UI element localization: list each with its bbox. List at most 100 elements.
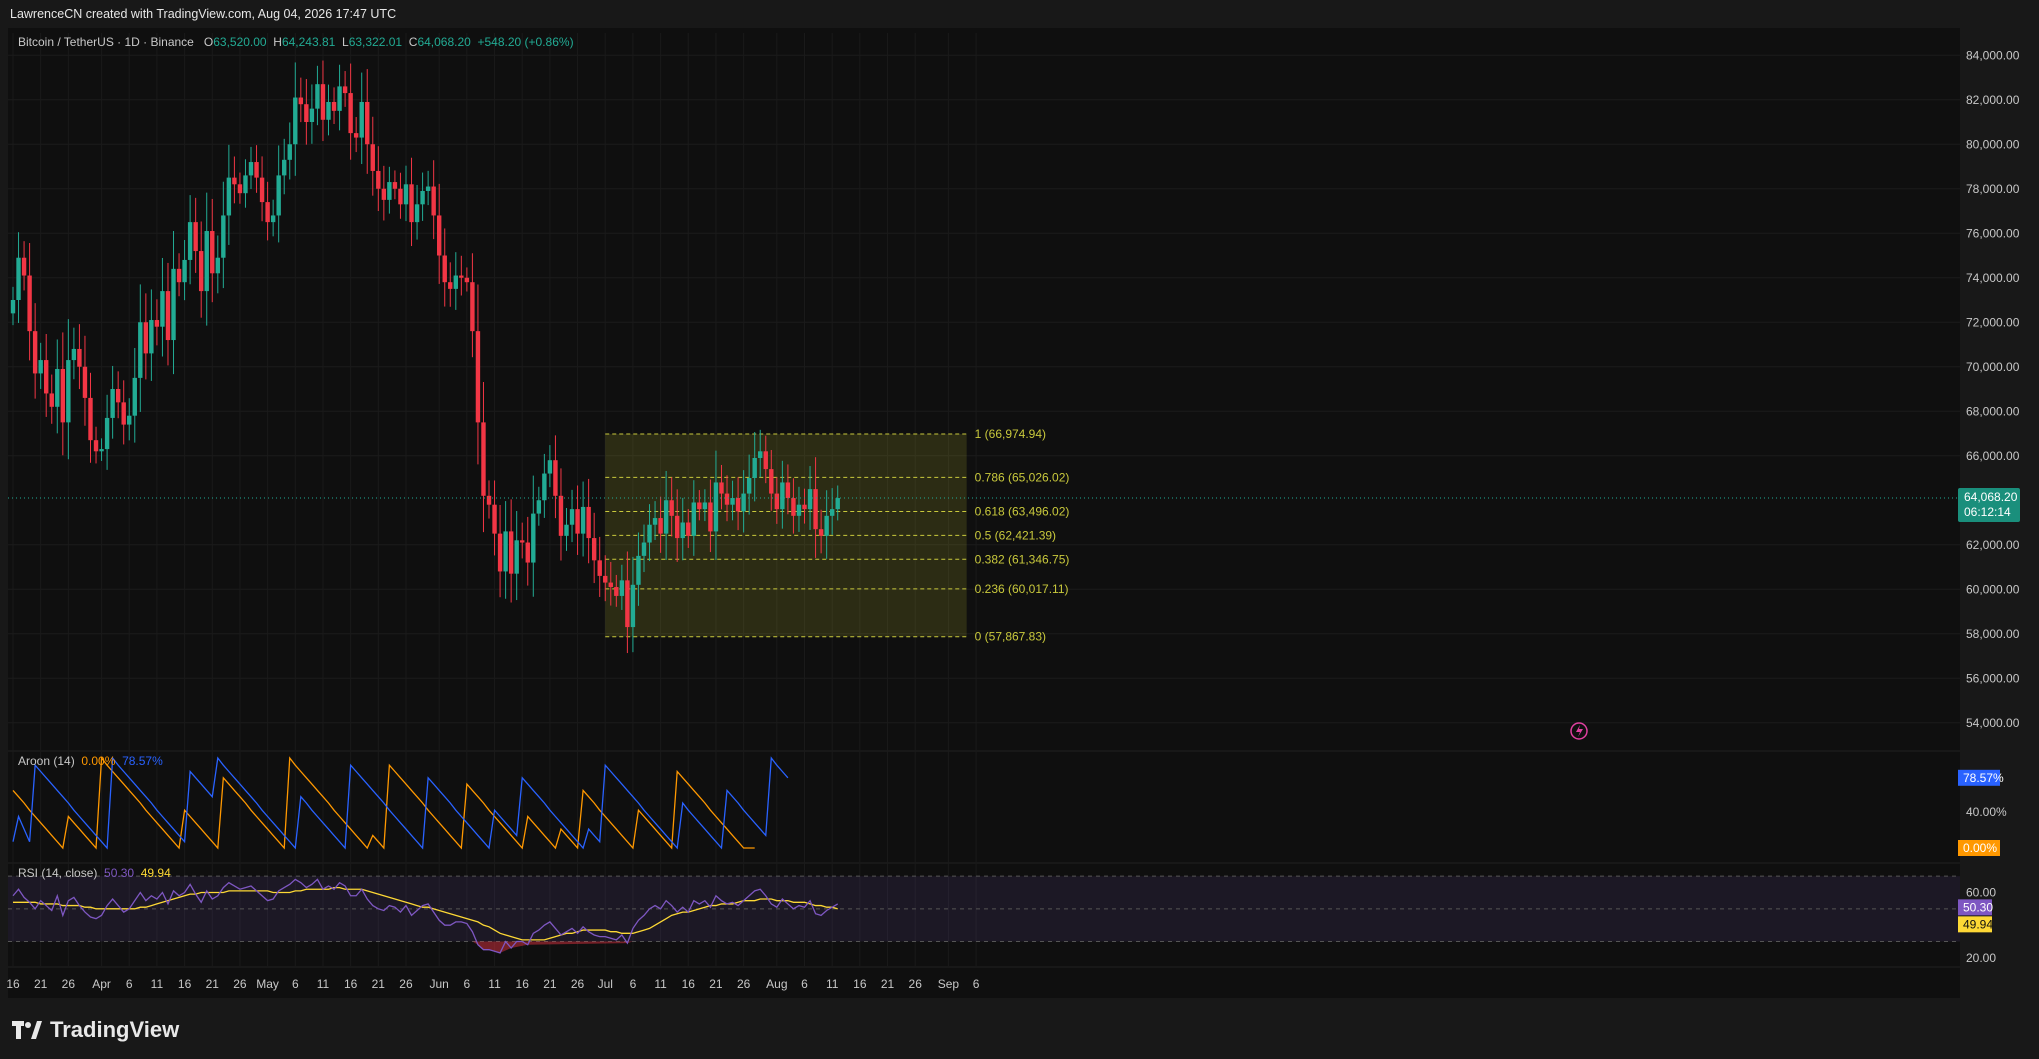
candle-body — [636, 555, 641, 585]
price-tick-label: 70,000.00 — [1966, 360, 2020, 374]
candle-body — [442, 255, 447, 283]
candle-body — [243, 175, 248, 194]
candle-body — [387, 182, 392, 200]
time-tick-label: 21 — [372, 977, 386, 991]
time-tick-label: May — [256, 977, 279, 991]
time-tick-label: 16 — [178, 977, 192, 991]
candle-body — [769, 469, 774, 494]
candle-body — [215, 257, 220, 274]
alert-lightning-icon — [1576, 725, 1583, 737]
candle-body — [619, 580, 625, 596]
candle-body — [198, 251, 204, 292]
fib-level-label: 0.382 (61,346.75) — [975, 552, 1070, 566]
candle-body — [569, 509, 575, 525]
time-tick-label: Apr — [92, 977, 111, 991]
candle-body — [486, 495, 492, 505]
candle-body — [553, 460, 558, 496]
time-tick-label: 11 — [826, 977, 839, 991]
candle-body — [49, 393, 54, 407]
close-value: 64,068.20 — [417, 35, 471, 49]
rsi-tick-label: 20.00 — [1966, 951, 1996, 965]
price-tag-value: 64,068.20 — [1964, 490, 2018, 504]
candle-body — [99, 449, 104, 452]
time-tick-label: 26 — [909, 977, 923, 991]
symbol-legend[interactable]: Bitcoin / TetherUS · 1D · Binance O63,52… — [18, 35, 574, 49]
price-tag-countdown: 06:12:14 — [1964, 505, 2011, 519]
candle-body — [287, 144, 292, 160]
candle-body — [254, 162, 259, 178]
candle-body — [691, 502, 697, 536]
candle-body — [121, 402, 126, 425]
candle-body — [580, 506, 586, 534]
candle-body — [359, 101, 364, 138]
candle-body — [193, 222, 198, 252]
chart-canvas[interactable]: 84,000.00 82,000.00 80,000.00 78,000.00 76,0… — [0, 0, 2039, 1059]
tradingview-logo[interactable]: TradingView — [12, 1017, 179, 1043]
candle-body — [608, 582, 613, 588]
candle-body — [735, 498, 741, 512]
time-tick-label: 6 — [801, 977, 808, 991]
time-tick-label: 26 — [737, 977, 751, 991]
candle-body — [829, 509, 835, 516]
candle-body — [348, 93, 353, 134]
footer — [0, 1000, 2039, 1059]
time-tick-label: 16 — [6, 977, 20, 991]
candle-body — [221, 215, 226, 258]
price-tick-label: 58,000.00 — [1966, 627, 2020, 641]
candle-body — [248, 162, 254, 176]
candle-body — [802, 504, 807, 510]
candle-body — [77, 348, 82, 367]
rsi-legend[interactable]: RSI (14, close) 50.30 49.94 — [18, 866, 171, 880]
candle-body — [414, 204, 420, 223]
candle-body — [160, 291, 165, 327]
candle-body — [503, 531, 508, 572]
candle-body — [575, 509, 580, 534]
candle-body — [304, 104, 309, 122]
time-tick-label: 21 — [543, 977, 557, 991]
candle-body — [542, 473, 547, 501]
time-tick-label: 6 — [126, 977, 133, 991]
time-tick-label: 16 — [344, 977, 358, 991]
candle-body — [127, 415, 132, 425]
aroon-legend[interactable]: Aroon (14) 0.00% 78.57% — [18, 754, 163, 768]
candle-body — [71, 348, 77, 361]
candle-body — [60, 368, 66, 423]
candle-body — [780, 482, 785, 510]
aroon-title: Aroon (14) — [18, 754, 75, 768]
candle-body — [270, 215, 276, 223]
candle-body — [508, 531, 514, 574]
candle-body — [320, 84, 326, 120]
time-tick-label: 6 — [292, 977, 299, 991]
candle-body — [531, 513, 536, 563]
candle-body — [464, 277, 470, 283]
time-tick-label: 26 — [399, 977, 413, 991]
price-tick-label: 56,000.00 — [1966, 671, 2020, 685]
candle-body — [431, 186, 436, 216]
candle-body — [641, 542, 647, 556]
price-tick-label: 60,000.00 — [1966, 582, 2020, 596]
candle-body — [675, 515, 680, 539]
time-tick-label: Jun — [430, 977, 449, 991]
price-tick-label: 76,000.00 — [1966, 226, 2020, 240]
candle-body — [730, 498, 735, 505]
price-tick-label: 62,000.00 — [1966, 538, 2020, 552]
candle-body — [774, 493, 780, 510]
time-tick-label: 21 — [206, 977, 220, 991]
candle-body — [669, 500, 674, 516]
candle-body — [10, 300, 16, 314]
candle-body — [38, 360, 43, 374]
candle-body — [436, 215, 442, 256]
candle-body — [813, 489, 818, 530]
candle-body — [481, 422, 486, 496]
aroon-down-value: 0.00% — [81, 754, 116, 768]
candle-body — [525, 542, 530, 563]
candle-body — [353, 133, 359, 138]
aroon-up-tag: 78.57% — [1963, 771, 2004, 785]
price-tick-label: 84,000.00 — [1966, 48, 2020, 62]
price-tick-label: 82,000.00 — [1966, 93, 2020, 107]
fib-level-label: 0.618 (63,496.02) — [975, 504, 1070, 518]
fib-level-label: 0.236 (60,017.11) — [975, 582, 1069, 596]
candle-body — [680, 522, 685, 539]
candle-body — [110, 389, 115, 418]
time-tick-label: 26 — [62, 977, 76, 991]
